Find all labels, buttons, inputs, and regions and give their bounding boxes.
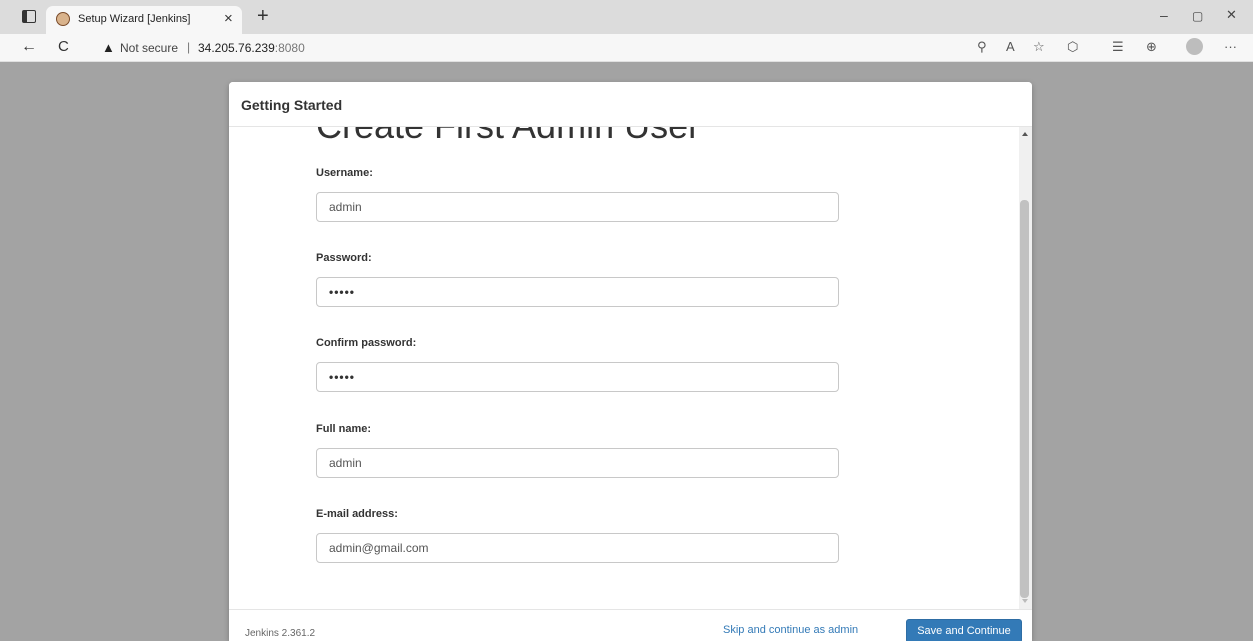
- dialog-body: Create First Admin User Username: admin …: [229, 127, 1019, 609]
- new-tab-button[interactable]: +: [257, 5, 269, 28]
- page-heading: Create First Admin User: [316, 127, 700, 147]
- url-host: 34.205.76.239: [198, 41, 275, 55]
- url-text[interactable]: 34.205.76.239:8080: [198, 41, 305, 55]
- email-label: E-mail address:: [316, 508, 398, 520]
- setup-wizard-dialog: Getting Started Create First Admin User …: [229, 82, 1032, 641]
- minimize-icon[interactable]: –: [1160, 7, 1168, 23]
- skip-continue-link[interactable]: Skip and continue as admin: [723, 624, 858, 636]
- dialog-header: Getting Started: [229, 82, 1032, 127]
- favorite-icon[interactable]: ☆: [1033, 39, 1045, 55]
- password-input[interactable]: •••••: [316, 277, 839, 307]
- url-port: :8080: [274, 41, 305, 55]
- dialog-title: Getting Started: [241, 97, 343, 113]
- refresh-icon[interactable]: C: [58, 38, 69, 55]
- scroll-thumb[interactable]: [1020, 200, 1029, 598]
- browser-tab[interactable]: Setup Wizard [Jenkins] ×: [46, 6, 242, 34]
- full-name-label: Full name:: [316, 423, 372, 435]
- dialog-scrollbar[interactable]: [1019, 127, 1032, 609]
- warning-icon[interactable]: ▲: [102, 40, 115, 55]
- scroll-down-icon[interactable]: [1022, 599, 1028, 603]
- not-secure-label[interactable]: Not secure: [120, 41, 178, 55]
- password-label: Password:: [316, 252, 372, 264]
- jenkins-favicon-icon: [56, 12, 70, 26]
- jenkins-version: Jenkins 2.361.2: [245, 628, 316, 639]
- extensions-icon[interactable]: ⬡: [1067, 39, 1078, 55]
- browser-tab-bar: Setup Wizard [Jenkins] × + – ▢ ✕: [0, 0, 1253, 34]
- tab-actions-icon[interactable]: [22, 10, 36, 23]
- back-icon[interactable]: ←: [21, 38, 37, 56]
- close-window-icon[interactable]: ✕: [1226, 7, 1237, 23]
- browser-toolbar: ← C ▲ Not secure | 34.205.76.239:8080 ⚲ …: [0, 34, 1253, 62]
- confirm-password-label: Confirm password:: [316, 337, 417, 349]
- profile-avatar[interactable]: [1186, 38, 1203, 55]
- read-aloud-icon[interactable]: A: [1006, 39, 1015, 54]
- address-bar[interactable]: ▲ Not secure | 34.205.76.239:8080: [87, 37, 1222, 59]
- key-icon[interactable]: ⚲: [977, 39, 987, 55]
- email-input[interactable]: admin@gmail.com: [316, 533, 839, 563]
- restore-icon[interactable]: ▢: [1192, 9, 1203, 23]
- collections-icon[interactable]: ⊕: [1146, 39, 1157, 55]
- more-icon[interactable]: ···: [1224, 39, 1237, 54]
- username-input[interactable]: admin: [316, 192, 839, 222]
- confirm-password-input[interactable]: •••••: [316, 362, 839, 392]
- favorites-bar-icon[interactable]: ☰: [1112, 39, 1124, 55]
- url-separator: |: [187, 40, 191, 54]
- tab-close-icon[interactable]: ×: [224, 10, 233, 27]
- scroll-up-icon[interactable]: [1022, 132, 1028, 136]
- full-name-input[interactable]: admin: [316, 448, 839, 478]
- username-label: Username:: [316, 167, 373, 179]
- save-and-continue-button[interactable]: Save and Continue: [906, 619, 1022, 641]
- tab-title: Setup Wizard [Jenkins]: [78, 13, 191, 25]
- dialog-footer: Jenkins 2.361.2 Skip and continue as adm…: [229, 609, 1032, 641]
